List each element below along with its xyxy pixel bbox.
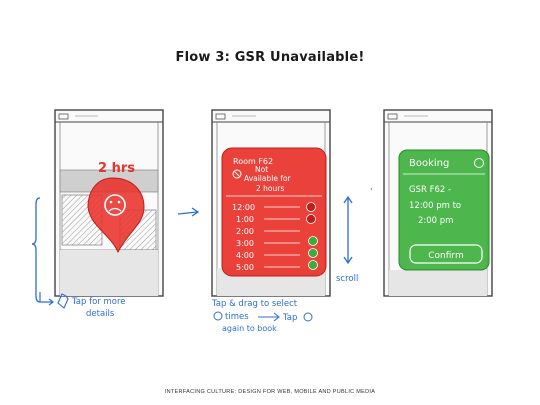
free-face-icon bbox=[308, 236, 318, 246]
booking-end-time: 2:00 pm bbox=[418, 216, 453, 226]
time-slot[interactable]: 1:00 bbox=[236, 215, 254, 224]
storyboard-sketch: 2 hrs Tap for more details Room F62 Not … bbox=[31, 109, 493, 333]
annotation-screen-2: Tap & drag to select times Tap again to … bbox=[211, 299, 313, 333]
booking-room: GSR F62 - bbox=[409, 185, 451, 195]
busy-face-icon bbox=[306, 202, 316, 212]
phone-screen-2: Room F62 Not Available for 2 hours 12:00… bbox=[211, 109, 358, 297]
duration-badge: 2 hrs bbox=[98, 161, 135, 176]
time-slot[interactable]: 12:00 bbox=[232, 203, 255, 212]
footer-caption: INTERFACING CULTURE: DESIGN FOR WEB, MOB… bbox=[164, 389, 376, 395]
booking-heading: Booking bbox=[409, 158, 449, 169]
scroll-label: scroll bbox=[336, 274, 358, 284]
booking-start-time: 12:00 pm to bbox=[409, 201, 461, 211]
time-slot[interactable]: 3:00 bbox=[236, 239, 254, 248]
not-label: Not bbox=[255, 165, 268, 174]
phone-screen-3: Booking GSR F62 - 12:00 pm to 2:00 pm Co… bbox=[383, 109, 493, 297]
free-face-icon bbox=[303, 312, 313, 322]
annotation-details: details bbox=[86, 309, 115, 319]
annotation-times: times bbox=[225, 312, 249, 322]
flow-arrow-1 bbox=[177, 211, 198, 215]
free-face-icon bbox=[308, 260, 318, 270]
annotation-tap-more: Tap for more bbox=[71, 297, 126, 307]
available-for-label: Available for bbox=[244, 174, 292, 183]
time-slot[interactable]: 2:00 bbox=[236, 227, 254, 236]
time-slot[interactable]: 5:00 bbox=[236, 263, 254, 272]
annotation-tap-drag: Tap & drag to select bbox=[211, 299, 298, 309]
phone-screen-1: 2 hrs bbox=[54, 109, 164, 297]
duration-label: 2 hours bbox=[256, 184, 284, 193]
time-slot[interactable]: 4:00 bbox=[236, 251, 254, 260]
free-face-icon bbox=[213, 311, 223, 321]
busy-face-icon bbox=[306, 214, 316, 224]
free-face-icon bbox=[308, 248, 318, 258]
annotation-tap: Tap bbox=[282, 313, 297, 323]
annotation-again-to-book: again to book bbox=[222, 324, 277, 333]
confirm-label: Confirm bbox=[428, 251, 463, 261]
